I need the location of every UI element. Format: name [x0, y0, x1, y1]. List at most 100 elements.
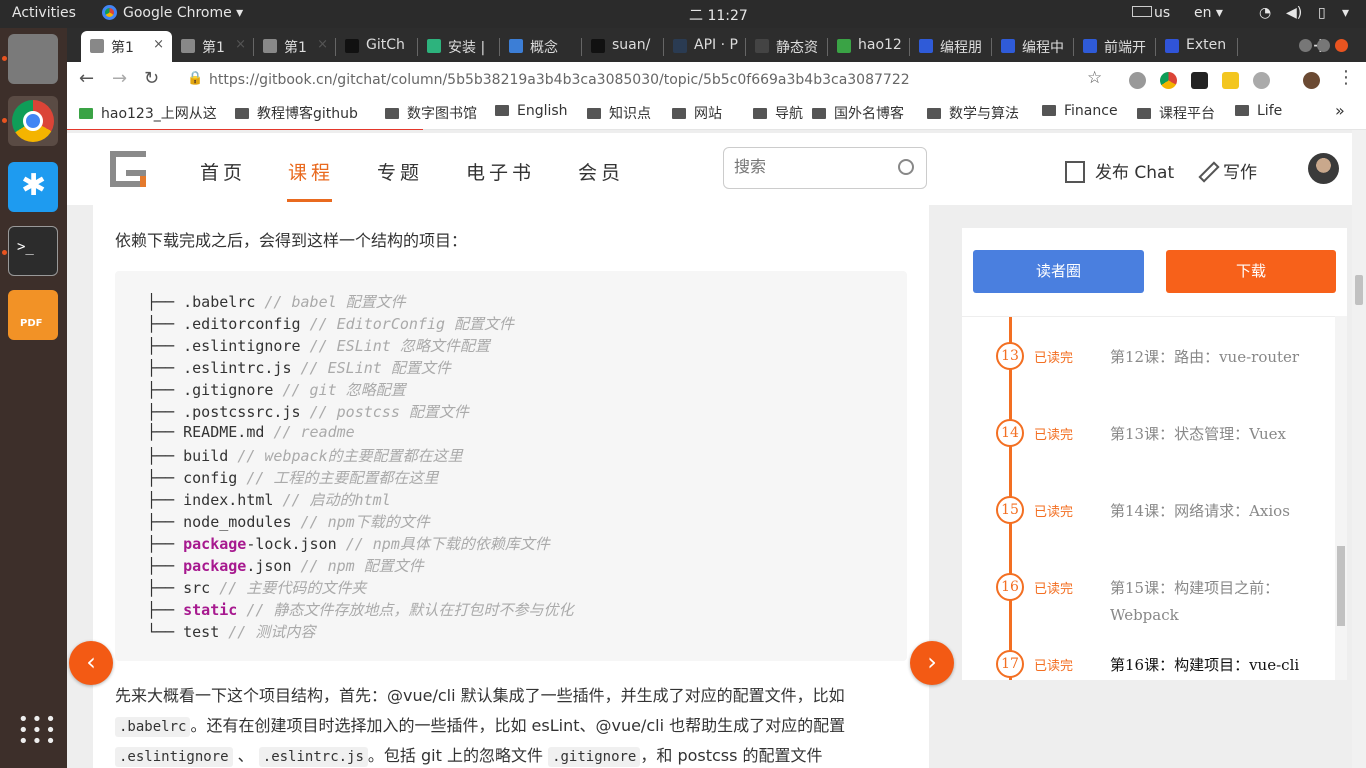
app-menu[interactable]: Google Chrome ▾	[102, 5, 243, 21]
lesson-item[interactable]: 17 已读完 第16课：构建项目：vue-cli	[962, 650, 1337, 680]
code-line: ├── package-lock.json // npm具体下载的依赖库文件	[147, 533, 550, 554]
battery-icon[interactable]: ▯	[1318, 5, 1326, 21]
browser-tab[interactable]: 第1 ×	[81, 31, 172, 62]
clock[interactable]: 二 11:27	[689, 5, 748, 25]
close-tab-icon[interactable]: ×	[153, 37, 164, 52]
profile-avatar[interactable]	[1303, 72, 1320, 89]
maximize-button[interactable]	[1317, 39, 1330, 52]
bookmark-star-icon[interactable]: ☆	[1087, 68, 1102, 88]
extension-icon[interactable]	[1222, 72, 1239, 89]
lesson-item[interactable]: 14 已读完 第13课：状态管理：Vuex	[962, 419, 1337, 492]
forward-button[interactable]: →	[112, 68, 127, 89]
nav-ebooks[interactable]: 电子书	[466, 158, 535, 185]
publish-chat-link[interactable]: 发布 Chat	[1065, 158, 1174, 183]
browser-tab[interactable]: 概念	[500, 31, 582, 62]
bookmark-item[interactable]: 网站	[672, 103, 722, 123]
menu-kebab-icon[interactable]: ⋮	[1337, 67, 1355, 88]
browser-tab[interactable]: 前端开	[1074, 31, 1156, 62]
bookmark-label: 知识点	[609, 106, 651, 122]
browser-tab[interactable]: 第1 ×	[254, 31, 336, 62]
lesson-status: 已读完	[1034, 428, 1074, 443]
nav-topics[interactable]: 专题	[377, 158, 423, 185]
bookmark-item[interactable]: hao123_上网从这	[79, 103, 217, 123]
activities-button[interactable]: Activities	[12, 5, 76, 21]
search-input[interactable]	[734, 157, 894, 176]
browser-tab[interactable]: 编程朋	[910, 31, 992, 62]
lesson-item[interactable]: 16 已读完 第15课：构建项目之前：Webpack	[962, 573, 1337, 646]
user-avatar[interactable]	[1308, 153, 1339, 184]
files-icon[interactable]	[8, 34, 58, 84]
site-header: 首页 课程 专题 电子书 会员 发布 Chat 写作	[67, 133, 1352, 205]
site-search[interactable]	[723, 147, 927, 189]
download-button[interactable]: 下载	[1166, 250, 1336, 293]
language-indicator[interactable]: en ▾	[1194, 5, 1223, 21]
extension-icon[interactable]	[1191, 72, 1208, 89]
browser-tab[interactable]: GitCh	[336, 31, 418, 62]
minimize-button[interactable]	[1299, 39, 1312, 52]
bookmark-item[interactable]: 数学与算法	[927, 103, 1019, 123]
lesson-item[interactable]: 13 已读完 第12课：路由：vue-router	[962, 342, 1337, 415]
app-menu-label: Google Chrome ▾	[123, 5, 244, 21]
wifi-icon[interactable]: ◔	[1259, 5, 1271, 21]
bookmark-item[interactable]: 数字图书馆	[385, 103, 477, 123]
readers-circle-button[interactable]: 读者圈	[973, 250, 1144, 293]
favicon-icon	[181, 39, 195, 53]
bookmark-item[interactable]: 国外名博客	[812, 103, 904, 123]
extension-icon[interactable]	[1160, 72, 1177, 89]
more-bookmarks-icon[interactable]: »	[1335, 101, 1345, 120]
code-line: ├── build // webpack的主要配置都在这里	[147, 445, 463, 466]
keyboard-layout[interactable]: us	[1132, 5, 1170, 21]
next-page-button[interactable]: ›	[910, 641, 954, 685]
write-link[interactable]: 写作	[1198, 158, 1257, 183]
course-sidebar: 读者圈 下载 13 已读完 第12课：路由：vue-router 14 已读完 第13课：…	[962, 228, 1347, 680]
browser-tab[interactable]: 第1 ×	[172, 31, 254, 62]
browser-tab[interactable]: 编程中	[992, 31, 1074, 62]
bookmark-item[interactable]: Finance	[1042, 103, 1118, 119]
bookmark-item[interactable]: 课程平台	[1137, 103, 1215, 123]
bookmark-label: 数字图书馆	[407, 106, 477, 122]
lesson-list-scrollbar[interactable]	[1335, 316, 1347, 680]
bookmark-item[interactable]: 知识点	[587, 103, 651, 123]
volume-icon[interactable]: ◀)	[1286, 5, 1302, 21]
browser-tab[interactable]: Exten	[1156, 31, 1238, 62]
page-scrollbar[interactable]	[1352, 130, 1366, 768]
bookmark-item[interactable]: 教程博客github	[235, 103, 358, 123]
browser-tab[interactable]: API · P	[664, 31, 746, 62]
browser-tab[interactable]: 安装 |	[418, 31, 500, 62]
favicon-icon	[1083, 39, 1097, 53]
browser-tab[interactable]: 静态资	[746, 31, 828, 62]
bookmark-item[interactable]: Life	[1235, 103, 1282, 119]
close-window-button[interactable]	[1335, 39, 1348, 52]
prev-page-button[interactable]: ‹	[69, 641, 113, 685]
gitbook-logo[interactable]	[110, 151, 146, 187]
reload-button[interactable]: ↻	[144, 68, 159, 89]
page-scrollbar-thumb[interactable]	[1355, 275, 1363, 305]
bookmark-item[interactable]: English	[495, 103, 568, 119]
system-menu-icon[interactable]: ▾	[1342, 5, 1349, 21]
address-bar[interactable]: 🔒 https://gitbook.cn/gitchat/column/5b5b…	[179, 65, 1139, 95]
browser-tab[interactable]: hao12	[828, 31, 910, 62]
nav-home[interactable]: 首页	[200, 158, 246, 185]
extension-icon[interactable]	[1253, 72, 1270, 89]
browser-tab[interactable]: suan/	[582, 31, 664, 62]
bookmark-item[interactable]: 导航	[753, 103, 803, 123]
lesson-title: 第12课：路由：vue-router	[1110, 348, 1300, 366]
dock-app-icon[interactable]: ✱	[8, 162, 58, 212]
scrollbar-thumb[interactable]	[1337, 546, 1345, 626]
extension-icon[interactable]	[1129, 72, 1146, 89]
nav-courses[interactable]: 课程	[288, 158, 334, 185]
close-tab-icon[interactable]: ×	[317, 37, 328, 52]
search-icon[interactable]	[898, 159, 914, 175]
code-comment: // 测试内容	[228, 623, 316, 641]
close-tab-icon[interactable]: ×	[235, 37, 246, 52]
pdf-reader-icon[interactable]: PDF	[8, 290, 58, 340]
back-button[interactable]: ←	[79, 68, 94, 89]
lesson-item[interactable]: 15 已读完 第14课：网络请求：Axios	[962, 496, 1337, 569]
nav-membership[interactable]: 会员	[578, 158, 624, 185]
show-applications-icon[interactable]: ••• ••• •••	[8, 708, 58, 758]
chrome-dock-icon[interactable]	[8, 96, 58, 146]
tab-label: 概念	[530, 40, 558, 56]
code-line: ├── static // 静态文件存放地点，默认在打包时不参与优化	[147, 599, 573, 620]
terminal-icon[interactable]: >_	[8, 226, 58, 276]
inline-code: .babelrc	[115, 717, 191, 737]
